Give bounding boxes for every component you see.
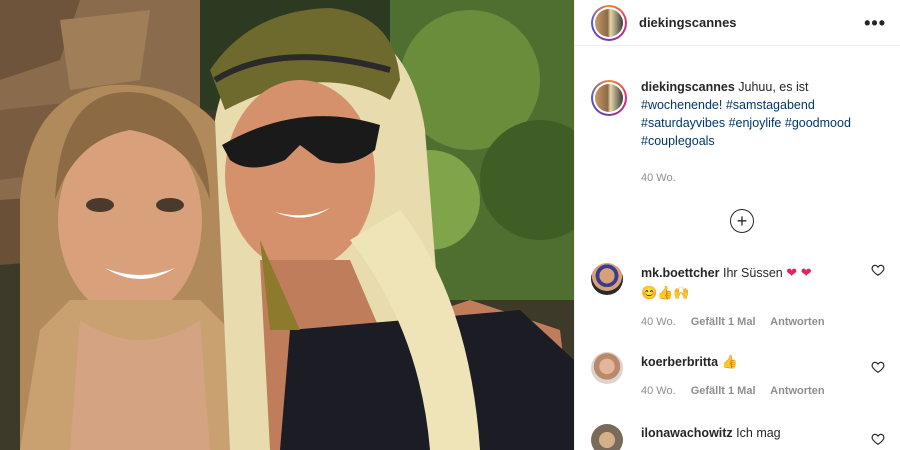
hashtag-saturdayvibes[interactable]: #saturdayvibes — [641, 116, 725, 130]
post-caption: diekingscannes Juhuu, es ist #wochenende… — [591, 78, 891, 150]
like-heart-icon[interactable] — [871, 360, 885, 374]
commenter-avatar[interactable] — [591, 424, 623, 450]
commenter-avatar[interactable] — [591, 352, 623, 384]
more-options-icon[interactable]: ••• — [864, 14, 886, 32]
post-header: diekingscannes ••• — [575, 0, 900, 46]
comment-text-block: koerberbritta 👍 — [641, 352, 861, 372]
like-heart-icon[interactable] — [871, 263, 885, 277]
caption-timestamp[interactable]: 40 Wo. — [641, 172, 676, 184]
comment-emoji-thumbs: 👍 — [721, 354, 738, 369]
comment-likes[interactable]: Gefällt 1 Mal — [691, 385, 756, 397]
commenter-username[interactable]: ilonawachowitz — [641, 426, 733, 440]
caption-avatar-image — [595, 84, 623, 112]
comment-text: Ich mag — [736, 426, 781, 440]
caption-text-block: diekingscannes Juhuu, es ist #wochenende… — [641, 78, 851, 150]
reply-button[interactable]: Antworten — [770, 385, 824, 397]
plus-circle-icon[interactable]: + — [730, 209, 754, 233]
comment-meta: 40 Wo. Gefällt 1 Mal Antworten — [641, 385, 825, 397]
commenter-username[interactable]: mk.boettcher — [641, 266, 720, 280]
comment-text-block: mk.boettcher Ihr Süssen ❤ ❤ 😊👍🙌 — [641, 263, 861, 303]
comment-item: koerberbritta 👍 40 Wo. Gefällt 1 Mal Ant… — [591, 352, 891, 402]
hashtag-wochenende[interactable]: #wochenende! — [641, 98, 722, 112]
hashtag-goodmood[interactable]: #goodmood — [785, 116, 851, 130]
post-photo[interactable] — [0, 0, 574, 450]
commenter-avatar[interactable] — [591, 263, 623, 295]
commenter-username[interactable]: koerberbritta — [641, 355, 718, 369]
comment-text: Ihr Süssen — [722, 266, 783, 280]
hashtag-samstagabend[interactable]: #samstagabend — [726, 98, 815, 112]
comment-text-block: ilonawachowitz Ich mag — [641, 424, 861, 443]
like-heart-icon[interactable] — [871, 432, 885, 446]
reply-button[interactable]: Antworten — [770, 316, 824, 328]
post-photo-illustration — [0, 0, 574, 450]
hashtag-couplegoals[interactable]: #couplegoals — [641, 134, 715, 148]
caption-avatar[interactable] — [591, 80, 627, 116]
comment-time[interactable]: 40 Wo. — [641, 316, 676, 328]
author-username[interactable]: diekingscannes — [639, 15, 737, 30]
comment-emoji-hearts: ❤ ❤ — [786, 265, 812, 280]
caption-text: Juhuu, es ist — [738, 80, 809, 94]
comment-item: mk.boettcher Ihr Süssen ❤ ❤ 😊👍🙌 40 Wo. G… — [591, 263, 891, 333]
comment-time[interactable]: 40 Wo. — [641, 385, 676, 397]
comment-item: ilonawachowitz Ich mag — [591, 424, 891, 450]
author-avatar[interactable] — [591, 4, 627, 41]
caption-username[interactable]: diekingscannes — [641, 80, 735, 94]
comment-meta: 40 Wo. Gefällt 1 Mal Antworten — [641, 316, 825, 328]
author-avatar-image — [595, 8, 623, 37]
post-sidebar: diekingscannes ••• diekingscannes Juhuu,… — [574, 0, 900, 450]
comment-likes[interactable]: Gefällt 1 Mal — [691, 316, 756, 328]
comment-emoji-reactions: 😊👍🙌 — [641, 285, 690, 300]
hashtag-enjoylife[interactable]: #enjoylife — [729, 116, 782, 130]
